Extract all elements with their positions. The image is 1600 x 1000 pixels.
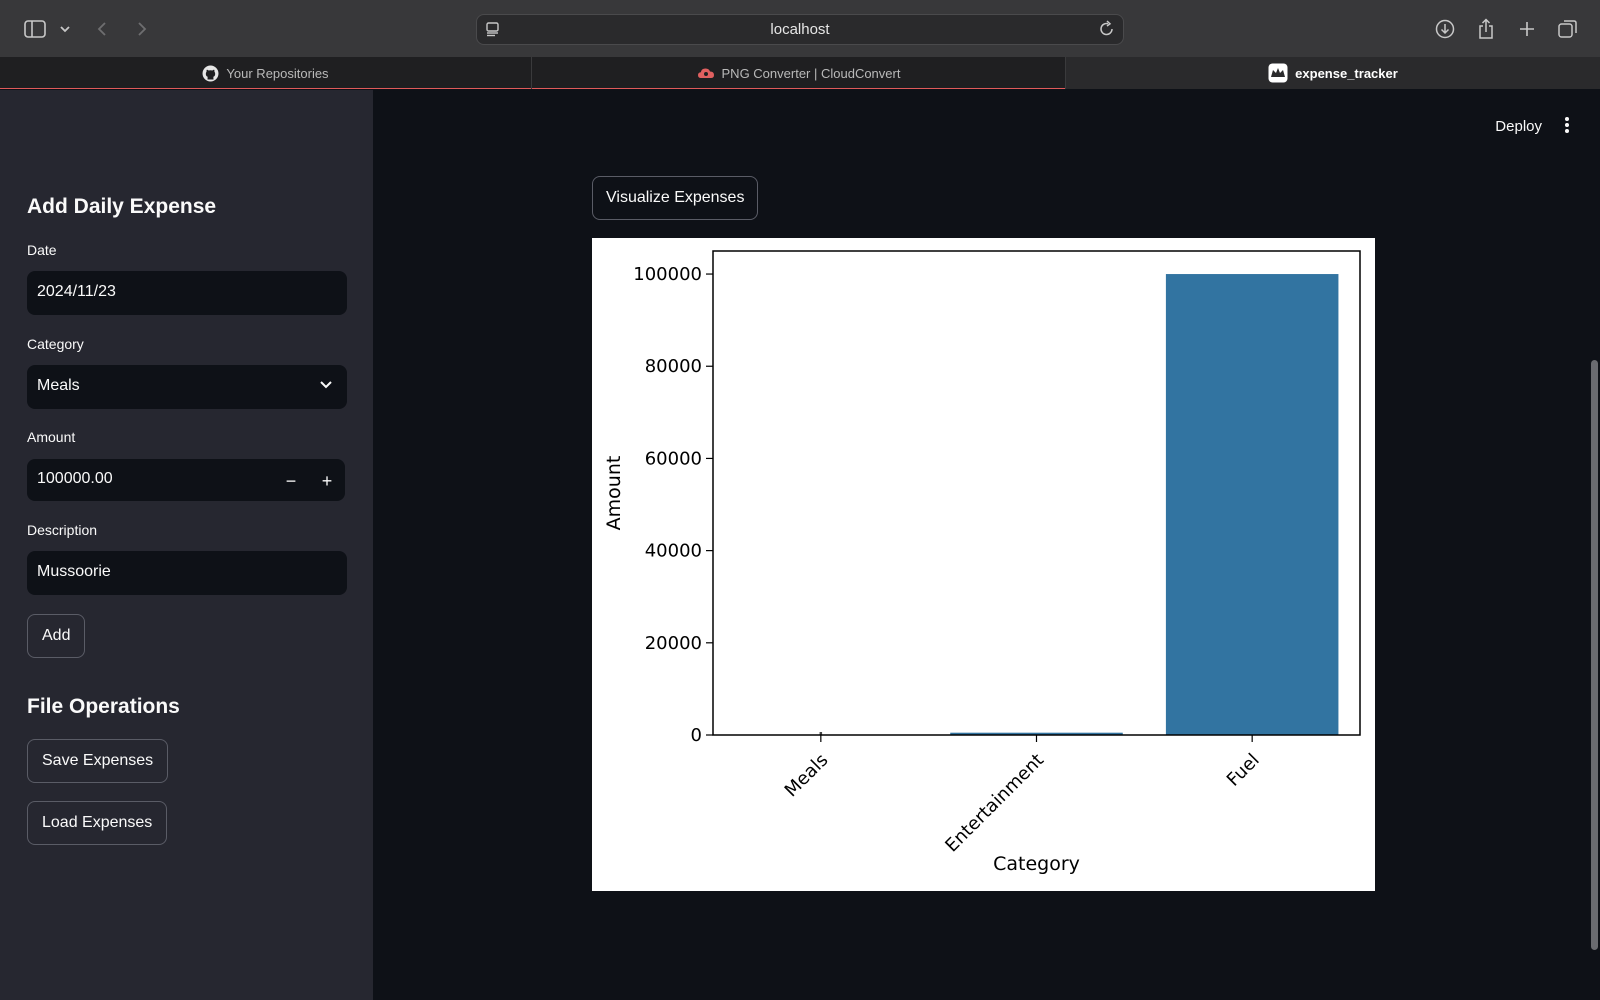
description-label: Description <box>27 522 98 538</box>
description-value: Mussoorie <box>37 563 111 580</box>
browser-toolbar: localhost <box>0 0 1600 57</box>
save-expenses-button[interactable]: Save Expenses <box>27 739 169 783</box>
amount-input[interactable]: 100000.00 − + <box>27 459 345 501</box>
x-tick-label: Fuel <box>1223 750 1264 791</box>
y-tick-label: 100000 <box>633 264 702 285</box>
y-tick-label: 40000 <box>645 541 702 562</box>
x-tick-label: Meals <box>781 750 833 802</box>
amount-label: Amount <box>27 429 76 445</box>
date-label: Date <box>27 242 57 258</box>
tab-expense-tracker[interactable]: expense_tracker <box>1066 57 1600 89</box>
decrement-button[interactable]: − <box>273 459 309 503</box>
load-expenses-button[interactable]: Load Expenses <box>27 801 168 845</box>
new-tab-icon[interactable] <box>1512 14 1542 44</box>
scrollbar[interactable] <box>1591 360 1598 950</box>
deploy-button[interactable]: Deploy <box>1495 118 1542 135</box>
category-select[interactable]: Meals <box>27 365 347 409</box>
tab-your-repositories[interactable]: Your Repositories <box>0 57 532 89</box>
category-value: Meals <box>37 377 80 394</box>
url-text: localhost <box>770 21 830 38</box>
description-input[interactable]: Mussoorie <box>27 551 347 595</box>
tab-label: expense_tracker <box>1295 65 1398 81</box>
add-expense-heading: Add Daily Expense <box>27 195 217 218</box>
x-tick-label: Entertainment <box>941 750 1048 857</box>
tab-label: PNG Converter | CloudConvert <box>721 65 901 81</box>
add-button[interactable]: Add <box>27 614 86 658</box>
date-input[interactable]: 2024/11/23 <box>27 271 347 315</box>
more-options-icon[interactable] <box>1564 116 1570 139</box>
tab-png-converter[interactable]: PNG Converter | CloudConvert <box>532 57 1066 89</box>
tab-label: Your Repositories <box>226 65 329 81</box>
increment-button[interactable]: + <box>309 459 345 503</box>
y-axis-label: Amount <box>603 456 625 531</box>
y-tick-label: 60000 <box>645 448 702 469</box>
y-tick-label: 0 <box>691 725 702 746</box>
back-icon[interactable] <box>87 14 117 44</box>
file-operations-heading: File Operations <box>27 695 180 718</box>
y-tick-label: 20000 <box>645 633 702 654</box>
github-icon <box>202 65 219 81</box>
sidebar-toggle-icon[interactable] <box>20 14 50 44</box>
cloudconvert-icon <box>697 68 714 78</box>
streamlit-icon <box>1268 63 1288 83</box>
bar <box>1165 274 1339 735</box>
chevron-down-icon[interactable] <box>50 14 80 44</box>
x-axis-label: Category <box>993 853 1080 875</box>
download-icon[interactable] <box>1430 14 1460 44</box>
forward-icon[interactable] <box>127 14 157 44</box>
share-icon[interactable] <box>1471 14 1501 44</box>
tab-strip: Your Repositories PNG Converter | CloudC… <box>0 57 1600 89</box>
main-content: Deploy Visualize Expenses 0 20000 40000 600… <box>373 90 1600 1000</box>
visualize-expenses-button[interactable]: Visualize Expenses <box>592 176 759 220</box>
y-tick-label: 80000 <box>645 356 702 377</box>
bar-chart: 0 20000 40000 60000 80000 100000 Meals Entertai… <box>603 250 1361 875</box>
category-label: Category <box>27 336 84 352</box>
expense-chart: 0 20000 40000 60000 80000 100000 Meals Entertai… <box>592 238 1375 891</box>
sidebar: Add Daily Expense Date 2024/11/23 Catego… <box>0 90 373 1000</box>
reload-icon[interactable] <box>1099 20 1115 43</box>
tab-overview-icon[interactable] <box>1553 14 1583 44</box>
chevron-down-icon <box>319 377 333 395</box>
date-value: 2024/11/23 <box>37 283 116 300</box>
amount-value: 100000.00 <box>37 470 113 487</box>
address-bar[interactable]: localhost <box>476 14 1124 45</box>
